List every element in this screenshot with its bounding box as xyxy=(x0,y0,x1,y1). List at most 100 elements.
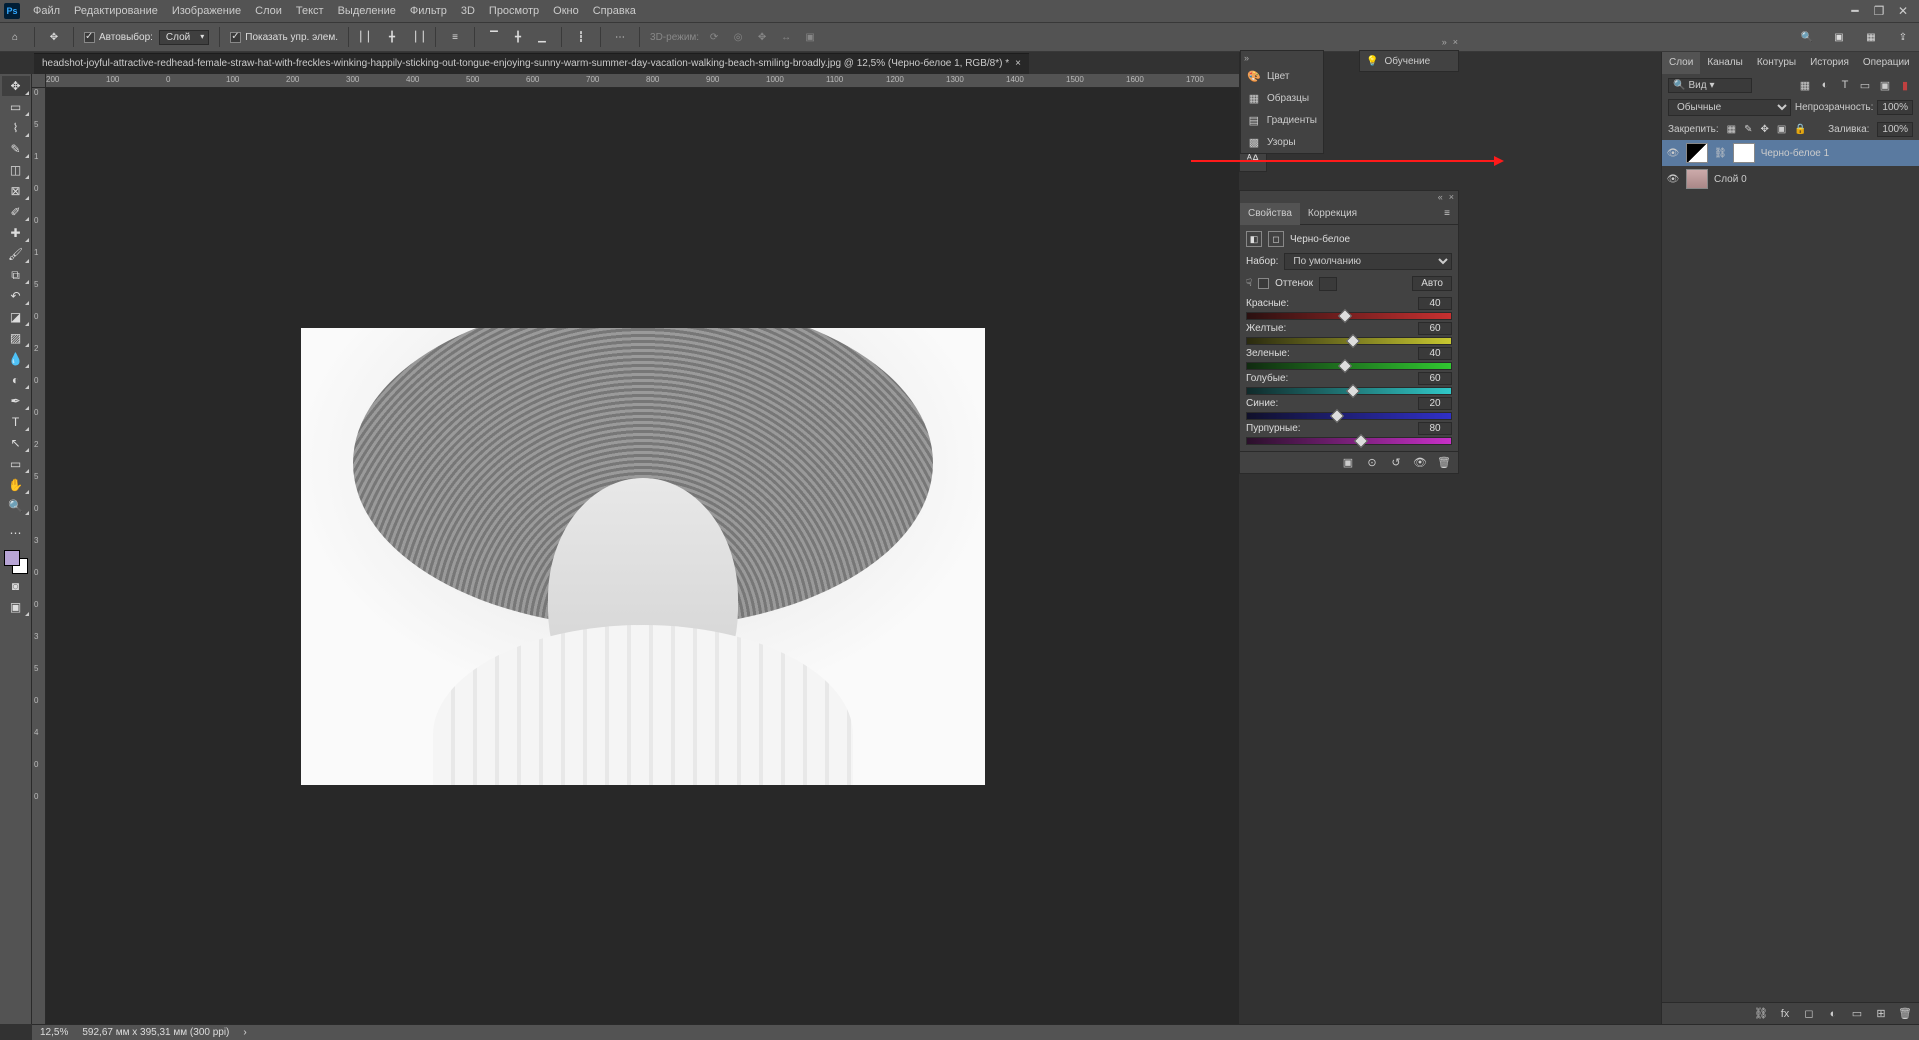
channel-slider[interactable] xyxy=(1246,312,1452,320)
lasso-tool[interactable]: ⌇ xyxy=(2,118,30,138)
path-select-tool[interactable]: ↖ xyxy=(2,433,30,453)
channel-slider[interactable] xyxy=(1246,387,1452,395)
panel-menu-icon[interactable]: ≡ xyxy=(1436,203,1458,225)
foreground-color[interactable] xyxy=(4,550,20,566)
minimize-button[interactable]: ━ xyxy=(1843,0,1867,22)
close-tab-icon[interactable]: × xyxy=(1015,54,1021,74)
lock-pixels-icon[interactable]: ▦ xyxy=(1727,124,1736,135)
filter-pixel-icon[interactable]: ▦ xyxy=(1797,79,1813,92)
lock-artboard-icon[interactable]: ▣ xyxy=(1777,124,1786,135)
eyedropper-tool[interactable]: ✐ xyxy=(2,202,30,222)
arrange-icon[interactable]: ▦ xyxy=(1861,27,1881,47)
lock-paint-icon[interactable]: ✎ xyxy=(1744,124,1752,135)
layer-fx-icon[interactable]: fx xyxy=(1777,1008,1793,1020)
hand-tool[interactable]: ✋ xyxy=(2,475,30,495)
zoom-value[interactable]: 12,5% xyxy=(40,1027,68,1038)
channel-value[interactable]: 60 xyxy=(1418,372,1452,385)
channel-slider[interactable] xyxy=(1246,412,1452,420)
shape-tool[interactable]: ▭ xyxy=(2,454,30,474)
document-canvas[interactable] xyxy=(301,328,985,785)
show-controls-checkbox[interactable]: Показать упр. элем. xyxy=(230,32,338,43)
align-more-icon[interactable]: ┇ xyxy=(572,28,590,46)
tint-checkbox[interactable] xyxy=(1258,278,1269,289)
brush-tool[interactable]: 🖌 xyxy=(2,244,30,264)
move-tool[interactable]: ✥ xyxy=(2,76,30,96)
edit-toolbar[interactable]: ⋯ xyxy=(2,523,30,543)
flyout-item-Градиенты[interactable]: ▤Градиенты xyxy=(1241,109,1323,131)
healing-tool[interactable]: ✚ xyxy=(2,223,30,243)
align-right-icon[interactable]: ▕▕ xyxy=(407,28,425,46)
tab-adjustments[interactable]: Коррекция xyxy=(1300,203,1365,225)
tab-channels[interactable]: Каналы xyxy=(1700,52,1750,74)
blur-tool[interactable]: 💧 xyxy=(2,349,30,369)
menu-Справка[interactable]: Справка xyxy=(586,0,643,22)
flyout-item-Образцы[interactable]: ▦Образцы xyxy=(1241,87,1323,109)
auto-button[interactable]: Авто xyxy=(1412,276,1452,291)
delete-adjustment-icon[interactable]: 🗑 xyxy=(1436,456,1452,469)
channel-value[interactable]: 60 xyxy=(1418,322,1452,335)
tab-history[interactable]: История xyxy=(1803,52,1856,74)
document-dims[interactable]: 592,67 мм x 395,31 мм (300 ppi) xyxy=(82,1027,229,1038)
ruler-origin[interactable] xyxy=(32,74,46,88)
quick-select-tool[interactable]: ✎ xyxy=(2,139,30,159)
visibility-toggle[interactable]: 👁 xyxy=(1666,148,1680,159)
visibility-toggle[interactable]: 👁 xyxy=(1666,174,1680,185)
tab-actions[interactable]: Операции xyxy=(1856,52,1917,74)
hand-target-icon[interactable]: ☟ xyxy=(1246,278,1252,289)
zoom-tool[interactable]: 🔍 xyxy=(2,496,30,516)
vertical-ruler[interactable]: 05100150200250300350400 xyxy=(32,88,46,1024)
status-more-icon[interactable]: › xyxy=(243,1027,246,1038)
close-button[interactable]: ✕ xyxy=(1891,0,1915,22)
filter-smart-icon[interactable]: ▣ xyxy=(1877,79,1893,92)
collapse-icon[interactable]: « xyxy=(1438,192,1443,202)
color-swatches[interactable] xyxy=(2,548,30,576)
search-icon[interactable]: 🔍 xyxy=(1797,27,1817,47)
link-layers-icon[interactable]: ⛓ xyxy=(1753,1007,1769,1020)
menu-Просмотр[interactable]: Просмотр xyxy=(482,0,546,22)
close-icon[interactable]: × xyxy=(1453,37,1458,51)
menu-3D[interactable]: 3D xyxy=(454,0,482,22)
channel-value[interactable]: 40 xyxy=(1418,347,1452,360)
flyout-item-Цвет[interactable]: 🎨Цвет xyxy=(1241,65,1323,87)
align-top-icon[interactable]: ▔ xyxy=(485,28,503,46)
clip-to-layer-icon[interactable]: ▣ xyxy=(1340,456,1356,469)
align-hcenter-icon[interactable]: ╋ xyxy=(383,28,401,46)
history-brush-tool[interactable]: ↶ xyxy=(2,286,30,306)
dodge-tool[interactable]: ◐ xyxy=(2,370,30,390)
layer-name[interactable]: Черно-белое 1 xyxy=(1761,148,1829,159)
new-group-icon[interactable]: ▭ xyxy=(1849,1007,1865,1020)
filter-shape-icon[interactable]: ▭ xyxy=(1857,79,1873,92)
flyout-item-Узоры[interactable]: ▩Узоры xyxy=(1241,131,1323,153)
channel-slider[interactable] xyxy=(1246,437,1452,445)
crop-tool[interactable]: ◫ xyxy=(2,160,30,180)
filter-toggle[interactable]: ▮ xyxy=(1897,79,1913,92)
channel-value[interactable]: 40 xyxy=(1418,297,1452,310)
channel-value[interactable]: 20 xyxy=(1418,397,1452,410)
toggle-visibility-icon[interactable]: 👁 xyxy=(1412,456,1428,469)
tab-layers[interactable]: Слои xyxy=(1662,52,1700,74)
menu-Файл[interactable]: Файл xyxy=(26,0,67,22)
distribute-icon[interactable]: ≡ xyxy=(446,28,464,46)
screenmode-tool[interactable]: ▣ xyxy=(2,597,30,617)
delete-layer-icon[interactable]: 🗑 xyxy=(1897,1007,1913,1020)
autoselect-target-select[interactable]: Слой xyxy=(159,30,209,45)
home-icon[interactable]: ⌂ xyxy=(6,28,24,46)
stamp-tool[interactable]: ⧉ xyxy=(2,265,30,285)
menu-Изображение[interactable]: Изображение xyxy=(165,0,248,22)
menu-Слои[interactable]: Слои xyxy=(248,0,289,22)
reset-icon[interactable]: ↺ xyxy=(1388,456,1404,469)
autoselect-checkbox[interactable]: Автовыбор: xyxy=(84,32,153,43)
menu-Редактирование[interactable]: Редактирование xyxy=(67,0,165,22)
frame-tool[interactable]: ⊠ xyxy=(2,181,30,201)
align-bottom-icon[interactable]: ▁ xyxy=(533,28,551,46)
pen-tool[interactable]: ✒ xyxy=(2,391,30,411)
marquee-tool[interactable]: ▭ xyxy=(2,97,30,117)
lock-position-icon[interactable]: ✥ xyxy=(1761,124,1769,135)
align-left-icon[interactable]: ▏▏ xyxy=(359,28,377,46)
menu-Окно[interactable]: Окно xyxy=(546,0,586,22)
menu-Фильтр[interactable]: Фильтр xyxy=(403,0,454,22)
document-tab[interactable]: headshot-joyful-attractive-redhead-femal… xyxy=(34,53,1029,74)
channel-slider[interactable] xyxy=(1246,362,1452,370)
gradient-tool[interactable]: ▨ xyxy=(2,328,30,348)
channel-value[interactable]: 80 xyxy=(1418,422,1452,435)
